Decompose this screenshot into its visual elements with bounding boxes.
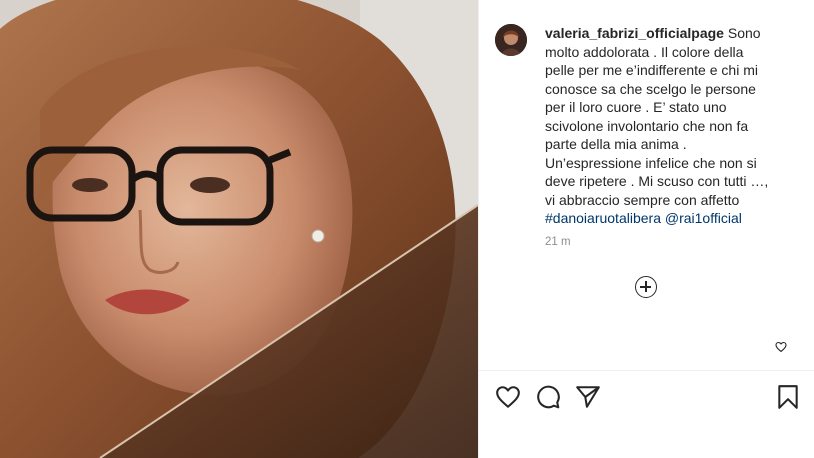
- post-photo[interactable]: [0, 0, 478, 458]
- caption-line: Un’espressione infelice che non si: [545, 154, 757, 171]
- caption-line: vi abbraccio sempre con affetto: [545, 191, 740, 208]
- caption-line: Sono: [723, 25, 761, 41]
- caption-line: per il loro cuore . E’ stato uno: [545, 99, 727, 115]
- hashtag-link[interactable]: #danoiaruotalibera: [545, 210, 661, 226]
- heart-icon[interactable]: [495, 384, 521, 410]
- divider: [479, 370, 814, 371]
- post-timestamp[interactable]: 21 m: [545, 236, 571, 248]
- username-link[interactable]: valeria_fabrizi_officialpage: [545, 25, 724, 41]
- bookmark-icon[interactable]: [775, 384, 801, 410]
- caption-line: pelle per me e’indifferente e chi mi: [545, 62, 758, 78]
- comment-like-heart-icon[interactable]: [775, 340, 787, 358]
- profile-avatar[interactable]: [495, 24, 527, 56]
- post-side-panel: valeria_fabrizi_officialpage Sono molto …: [478, 0, 814, 458]
- caption-line: deve ripetere . Mi scuso con tutti …,: [545, 173, 769, 189]
- post-caption: valeria_fabrizi_officialpage Sono molto …: [545, 24, 793, 228]
- caption-line: conosce sa che scelgo le persone: [545, 80, 756, 97]
- caption-line: molto addolorata . Il colore della: [545, 43, 744, 60]
- comment-bubble-icon[interactable]: [535, 384, 561, 410]
- portrait-image: [0, 0, 478, 458]
- caption-line: parte della mia anima .: [545, 136, 687, 152]
- plus-circle-icon[interactable]: [635, 276, 657, 298]
- paper-plane-icon[interactable]: [575, 384, 601, 410]
- caption-line: scivolone involontario che non fa: [545, 117, 749, 134]
- mention-link[interactable]: @rai1official: [665, 210, 742, 226]
